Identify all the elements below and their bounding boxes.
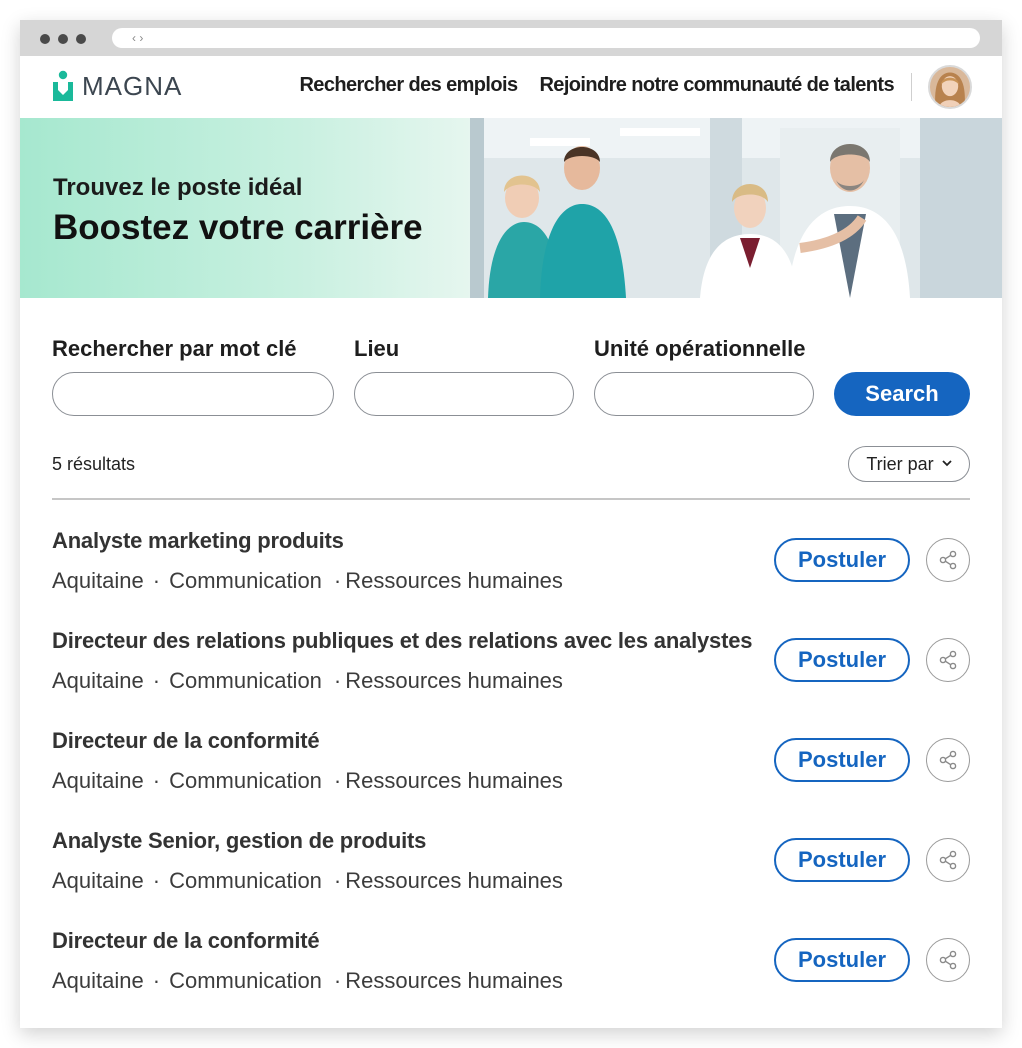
nav-arrows-icon[interactable]: ‹ ›: [132, 31, 143, 45]
results-divider: [52, 498, 970, 500]
top-nav: MAGNA Rechercher des emplois Rejoindre n…: [20, 56, 1002, 118]
user-avatar[interactable]: [928, 65, 972, 109]
share-icon: [938, 650, 958, 670]
job-row[interactable]: Analyste Senior, gestion de produits Aqui…: [52, 820, 970, 920]
brand-logo[interactable]: MAGNA: [52, 70, 182, 102]
maximize-dot-icon[interactable]: [76, 34, 86, 44]
job-title[interactable]: Directeur de la conformité: [52, 928, 320, 954]
browser-window: ‹ › MAGNA Rechercher des emplois Rejoind…: [20, 20, 1002, 1028]
job-row[interactable]: Analyste marketing produits Aquitaine · Com…: [52, 520, 970, 620]
close-dot-icon[interactable]: [40, 34, 50, 44]
location-input[interactable]: [354, 372, 574, 416]
job-title[interactable]: Analyste marketing produits: [52, 528, 344, 554]
hero-title: Boostez votre carrière: [53, 208, 423, 247]
meta-separator: ·: [333, 568, 342, 593]
job-title[interactable]: Directeur de la conformité: [52, 728, 320, 754]
keyword-input[interactable]: [52, 372, 334, 416]
business-unit-label: Unité opérationnelle: [594, 336, 806, 361]
business-unit-input[interactable]: [594, 372, 814, 416]
apply-button[interactable]: Postuler: [774, 538, 910, 582]
job-title[interactable]: Analyste Senior, gestion de produits: [52, 828, 426, 854]
job-location: Aquitaine: [52, 568, 144, 593]
meta-separator: ·: [152, 768, 161, 793]
share-button[interactable]: [926, 538, 970, 582]
job-location: Aquitaine: [52, 668, 144, 693]
nav-divider: [911, 73, 912, 101]
brand-name: MAGNA: [82, 70, 183, 101]
job-meta: Aquitaine · Communication · Ressources humai…: [52, 968, 563, 994]
nav-link-search-jobs[interactable]: Rechercher des emplois: [299, 74, 518, 97]
job-tag: Ressources humaines: [345, 768, 563, 793]
meta-separator: ·: [333, 868, 342, 893]
hero-medical-team-image: [470, 118, 1002, 298]
job-tag: Ressources humaines: [345, 568, 563, 593]
share-icon: [938, 550, 958, 570]
job-meta: Aquitaine · Communication · Ressources humai…: [52, 668, 563, 694]
meta-separator: ·: [152, 668, 161, 693]
job-meta: Aquitaine · Communication · Ressources humai…: [52, 568, 563, 594]
job-tag: Ressources humaines: [345, 668, 563, 693]
share-button[interactable]: [926, 938, 970, 982]
job-row[interactable]: Directeur des relations publiques et des…: [52, 620, 970, 720]
address-bar[interactable]: ‹ ›: [112, 28, 980, 48]
sort-label: Trier par: [866, 453, 934, 474]
share-button[interactable]: [926, 638, 970, 682]
share-icon: [938, 950, 958, 970]
avatar-portrait-icon: [930, 67, 970, 107]
job-row[interactable]: Directeur de la conformité Aquitaine · Comm…: [52, 920, 970, 1020]
job-location: Aquitaine: [52, 768, 144, 793]
meta-separator: ·: [152, 968, 161, 993]
share-button[interactable]: [926, 838, 970, 882]
job-tag: Communication: [169, 768, 322, 793]
hero-banner: Trouvez le poste idéal Boostez votre car…: [20, 118, 1002, 298]
job-tag: Communication: [169, 968, 322, 993]
search-button[interactable]: Search: [834, 372, 970, 416]
sort-dropdown[interactable]: Trier par: [848, 446, 970, 482]
share-icon: [938, 750, 958, 770]
job-tag: Ressources humaines: [345, 868, 563, 893]
job-meta: Aquitaine · Communication · Ressources humai…: [52, 768, 563, 794]
nav-links: Rechercher des emplois Rejoindre notre c…: [299, 74, 894, 97]
job-location: Aquitaine: [52, 968, 144, 993]
keyword-label: Rechercher par mot clé: [52, 336, 297, 361]
meta-separator: ·: [333, 968, 342, 993]
meta-separator: ·: [152, 568, 161, 593]
meta-separator: ·: [333, 768, 342, 793]
meta-separator: ·: [333, 668, 342, 693]
nav-link-talent-community[interactable]: Rejoindre notre communauté de talents: [539, 74, 894, 97]
job-location: Aquitaine: [52, 868, 144, 893]
meta-separator: ·: [152, 868, 161, 893]
job-row[interactable]: Directeur de la conformité Aquitaine · Comm…: [52, 720, 970, 820]
apply-button[interactable]: Postuler: [774, 938, 910, 982]
job-tag: Communication: [169, 668, 322, 693]
job-title[interactable]: Directeur des relations publiques et des…: [52, 628, 752, 654]
job-meta: Aquitaine · Communication · Ressources humai…: [52, 868, 563, 894]
chevron-down-icon: [942, 460, 952, 467]
minimize-dot-icon[interactable]: [58, 34, 68, 44]
browser-chrome: ‹ ›: [20, 20, 1002, 56]
results-count: 5 résultats: [52, 454, 136, 474]
job-tag: Communication: [169, 868, 322, 893]
job-tag: Ressources humaines: [345, 968, 563, 993]
window-controls: [40, 34, 86, 44]
hero-subtitle: Trouvez le poste idéal: [53, 174, 303, 201]
share-button[interactable]: [926, 738, 970, 782]
share-icon: [938, 850, 958, 870]
apply-button[interactable]: Postuler: [774, 638, 910, 682]
apply-button[interactable]: Postuler: [774, 838, 910, 882]
job-tag: Communication: [169, 568, 322, 593]
location-label: Lieu: [354, 336, 400, 361]
magna-logo-icon: [53, 70, 73, 101]
apply-button[interactable]: Postuler: [774, 738, 910, 782]
